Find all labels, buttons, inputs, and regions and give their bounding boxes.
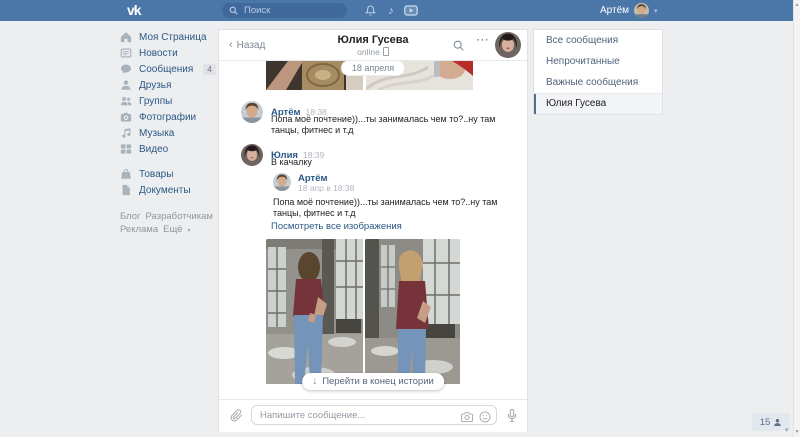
- message-text: Попа моё почтение))...ты занималась чем …: [271, 114, 496, 135]
- view-all-images-link[interactable]: Посмотреть все изображения: [271, 221, 402, 232]
- footer-link-blog[interactable]: Блог: [120, 211, 141, 222]
- window-scrollbar[interactable]: ▲ ▼: [793, 0, 800, 437]
- sidebar-label: Документы: [139, 184, 191, 196]
- sidebar-item-news[interactable]: Новости: [120, 45, 218, 61]
- message-input-field[interactable]: [251, 405, 497, 425]
- sidebar-item-market[interactable]: Товары: [120, 166, 218, 182]
- docs-icon: [122, 184, 130, 196]
- mobile-phone-icon: [382, 47, 389, 56]
- sidebar-label: Видео: [139, 143, 169, 155]
- date-separator: 18 апреля: [341, 61, 405, 75]
- footer-link-more[interactable]: Ещё: [163, 224, 182, 235]
- topbar-user-name: Артём: [600, 5, 630, 16]
- sidebar-item-documents[interactable]: Документы: [120, 182, 218, 198]
- arrow-down-icon: ↓: [312, 376, 318, 387]
- chat-header: ‹ Назад Юлия Гусева online ⋯: [219, 30, 527, 61]
- sidebar-label: Сообщения: [139, 63, 194, 75]
- messages-filter-menu: Все сообщения Непрочитанные Важные сообщ…: [533, 29, 663, 115]
- sidebar-label: Новости: [139, 47, 178, 59]
- chat-search-icon[interactable]: [452, 39, 465, 57]
- vk-logo[interactable]: vk: [127, 0, 142, 21]
- footer-link-developers[interactable]: Разработчикам: [146, 211, 213, 222]
- quoted-message-date: 18 апр в 18:38: [298, 183, 355, 193]
- chat-peer-avatar[interactable]: [495, 32, 521, 58]
- sidebar-label: Группы: [139, 95, 173, 107]
- footer-link-ads[interactable]: Реклама: [120, 224, 158, 235]
- camera-icon[interactable]: [461, 410, 473, 428]
- chat-message-list[interactable]: 18 апреля Артём 18:38 Попа моё почтение))…: [219, 61, 527, 399]
- sidebar-item-music[interactable]: Музыка: [120, 125, 218, 141]
- search-input[interactable]: [242, 4, 340, 17]
- scroll-down-icon[interactable]: ▼: [794, 429, 800, 435]
- market-icon: [121, 168, 131, 179]
- sender-avatar[interactable]: [241, 144, 263, 166]
- jump-to-end-button[interactable]: ↓ Перейти в конец истории: [302, 373, 444, 390]
- chat-status: online: [219, 47, 527, 57]
- sidebar-item-my-page[interactable]: Моя Страница: [120, 29, 218, 45]
- sidebar-item-photos[interactable]: Фотографии: [120, 109, 218, 125]
- sidebar-label: Фотографии: [139, 111, 197, 123]
- sidebar-item-friends[interactable]: Друзья: [120, 77, 218, 93]
- message-compose-bar: [219, 399, 527, 432]
- video-icon: [120, 144, 132, 154]
- photo-attachment[interactable]: [266, 239, 363, 389]
- menu-item-unread[interactable]: Непрочитанные: [534, 51, 662, 72]
- global-search[interactable]: [222, 3, 347, 18]
- chat-panel: ‹ Назад Юлия Гусева online ⋯ 18 апреля А…: [218, 29, 528, 432]
- person-icon: [774, 418, 782, 426]
- left-sidebar: Моя Страница Новости Сообщения 4 Друзья …: [120, 29, 218, 238]
- voice-message-mic-icon[interactable]: [506, 408, 518, 428]
- menu-item-active-conversation[interactable]: Юлия Гусева: [534, 94, 662, 114]
- menu-item-important[interactable]: Важные сообщения: [534, 72, 662, 93]
- messages-icon: [121, 64, 131, 74]
- sidebar-item-groups[interactable]: Группы: [120, 93, 218, 109]
- sidebar-item-messages[interactable]: Сообщения 4: [120, 61, 218, 77]
- sidebar-item-video[interactable]: Видео: [120, 141, 218, 157]
- collapse-chevron-icon[interactable]: ▾: [785, 426, 789, 434]
- menu-item-all-messages[interactable]: Все сообщения: [534, 30, 662, 51]
- photos-icon: [120, 112, 132, 122]
- sidebar-label: Друзья: [139, 79, 172, 91]
- unread-counter-badge: 4: [203, 63, 216, 75]
- online-friends-count: 15: [759, 416, 771, 428]
- quoted-message-text: Попа моё почтение))...ты занималась чем …: [273, 197, 498, 218]
- topbar-user-avatar: [634, 3, 650, 18]
- video-play-icon[interactable]: [402, 0, 420, 21]
- chat-actions-menu-icon[interactable]: ⋯: [476, 32, 489, 48]
- jump-to-end-label: Перейти в конец истории: [322, 376, 434, 387]
- friends-icon: [121, 80, 131, 90]
- emoji-smiley-icon[interactable]: [479, 410, 491, 428]
- notifications-bell-icon[interactable]: [362, 0, 378, 21]
- music-icon: [122, 128, 131, 138]
- search-icon: [229, 6, 238, 15]
- sidebar-label: Музыка: [139, 127, 175, 139]
- vk-app: vk ♪ Артём ▾ ▲ ▼ Моя Страница: [0, 0, 800, 437]
- music-note-icon[interactable]: ♪: [384, 0, 398, 21]
- quoted-message: Артём 18 апр в 18:38 Попа моё почтение))…: [273, 173, 513, 219]
- message-input[interactable]: [252, 406, 496, 424]
- chevron-down-icon: ▾: [187, 228, 191, 234]
- sidebar-label: Моя Страница: [139, 31, 207, 43]
- quoted-sender-avatar[interactable]: [273, 173, 291, 191]
- topbar-user-menu[interactable]: Артём ▾: [600, 0, 658, 21]
- scroll-up-icon[interactable]: ▲: [794, 2, 800, 8]
- top-bar: vk ♪ Артём ▾: [0, 0, 793, 21]
- message-text: В качалку: [271, 157, 312, 167]
- sidebar-label: Товары: [139, 168, 174, 180]
- chevron-down-icon: ▾: [654, 7, 658, 15]
- sender-avatar[interactable]: [241, 101, 263, 123]
- groups-icon: [120, 97, 132, 106]
- home-icon: [120, 32, 132, 43]
- news-icon: [120, 48, 132, 58]
- attach-paperclip-icon[interactable]: [230, 409, 243, 427]
- sidebar-footer: Блог Разработчикам Реклама Ещё ▾: [120, 210, 218, 238]
- photo-attachment[interactable]: [365, 239, 460, 389]
